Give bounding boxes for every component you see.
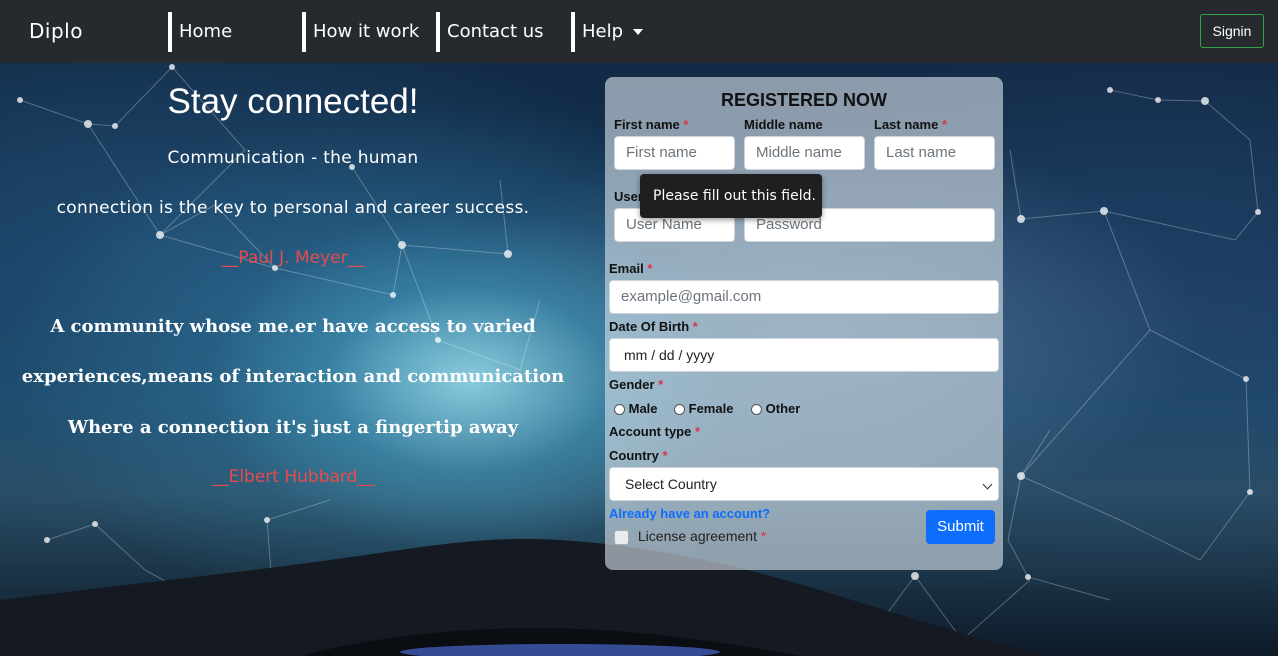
- required-mark: *: [694, 424, 701, 439]
- validation-tooltip: Please fill out this field.: [640, 174, 822, 218]
- account-type-label: Account type *: [609, 424, 700, 439]
- gender-female-label: Female: [688, 401, 734, 416]
- navbar: Diplo Home How it work Contact us Help S…: [0, 0, 1278, 63]
- country-label: Country *: [609, 448, 668, 463]
- license-label: License agreement: [637, 528, 757, 544]
- gender-option-female[interactable]: Female: [674, 401, 733, 416]
- username-label: User: [614, 189, 643, 204]
- required-mark: *: [683, 117, 689, 132]
- chevron-down-icon: [633, 29, 644, 35]
- last-name-input[interactable]: Last name: [874, 136, 995, 170]
- quote1-line2: connection is the key to personal and ca…: [56, 198, 530, 218]
- form-title: REGISTERED NOW: [720, 90, 887, 110]
- gender-label: Gender *: [609, 377, 663, 392]
- radio-female[interactable]: [674, 404, 685, 416]
- country-select[interactable]: Select Country: [609, 467, 999, 501]
- required-mark: *: [662, 448, 668, 463]
- chevron-down-icon: [982, 479, 993, 490]
- registration-form: REGISTERED NOW First name * Middle name …: [605, 77, 1003, 570]
- nav-item-help-label: Help: [582, 21, 624, 42]
- brand-logo[interactable]: Diplo: [29, 19, 83, 43]
- required-mark: *: [658, 377, 664, 392]
- gender-option-male[interactable]: Male: [614, 401, 658, 416]
- nav-item-help[interactable]: Help: [571, 12, 644, 52]
- gender-male-label: Male: [628, 401, 658, 416]
- radio-male[interactable]: [614, 404, 625, 416]
- nav-item-home[interactable]: Home: [168, 12, 232, 52]
- required-mark: *: [760, 528, 767, 544]
- nav-item-contact-us[interactable]: Contact us: [436, 12, 544, 52]
- middle-name-label: Middle name: [744, 117, 823, 132]
- middle-name-input[interactable]: Middle name: [744, 136, 865, 170]
- account-type-label-text: Account type: [609, 424, 692, 439]
- first-name-label: First name *: [614, 117, 688, 132]
- dob-label-text: Date Of Birth: [609, 319, 690, 334]
- license-checkbox[interactable]: [614, 529, 629, 545]
- country-selected-value: Select Country: [625, 476, 717, 492]
- quote2-line1: A community whose me.er have access to v…: [50, 316, 536, 337]
- dob-input[interactable]: mm / dd / yyyy: [609, 338, 999, 372]
- gender-label-text: Gender: [609, 377, 655, 392]
- quote2-line2: experiences,means of interaction and com…: [21, 366, 565, 387]
- quote2-author: __Elbert Hubbard__: [211, 467, 375, 487]
- gender-other-label: Other: [765, 401, 801, 416]
- submit-button[interactable]: Submit: [926, 510, 995, 544]
- required-mark: *: [692, 319, 698, 334]
- quote2-line3: Where a connection it's just a fingertip…: [67, 417, 519, 438]
- email-label-text: Email: [609, 261, 644, 276]
- license-agreement[interactable]: License agreement *: [614, 528, 766, 545]
- quote1-line1: Communication - the human: [167, 148, 419, 168]
- country-label-text: Country: [609, 448, 659, 463]
- last-name-label: Last name *: [874, 117, 947, 132]
- nav-item-how-it-work[interactable]: How it work: [302, 12, 419, 52]
- gender-option-other[interactable]: Other: [751, 401, 800, 416]
- first-name-input[interactable]: First name: [614, 136, 735, 170]
- signin-button[interactable]: Signin: [1200, 14, 1264, 48]
- required-mark: *: [647, 261, 653, 276]
- last-name-label-text: Last name: [874, 117, 939, 132]
- email-label: Email *: [609, 261, 652, 276]
- radio-other[interactable]: [751, 404, 762, 416]
- dob-label: Date Of Birth *: [609, 319, 698, 334]
- email-input[interactable]: example@gmail.com: [609, 280, 999, 314]
- login-link[interactable]: Already have an account?: [609, 506, 770, 521]
- quote1-author: __Paul J. Meyer__: [221, 248, 365, 268]
- first-name-label-text: First name: [614, 117, 680, 132]
- page-headline: Stay connected!: [167, 82, 419, 121]
- required-mark: *: [941, 117, 947, 132]
